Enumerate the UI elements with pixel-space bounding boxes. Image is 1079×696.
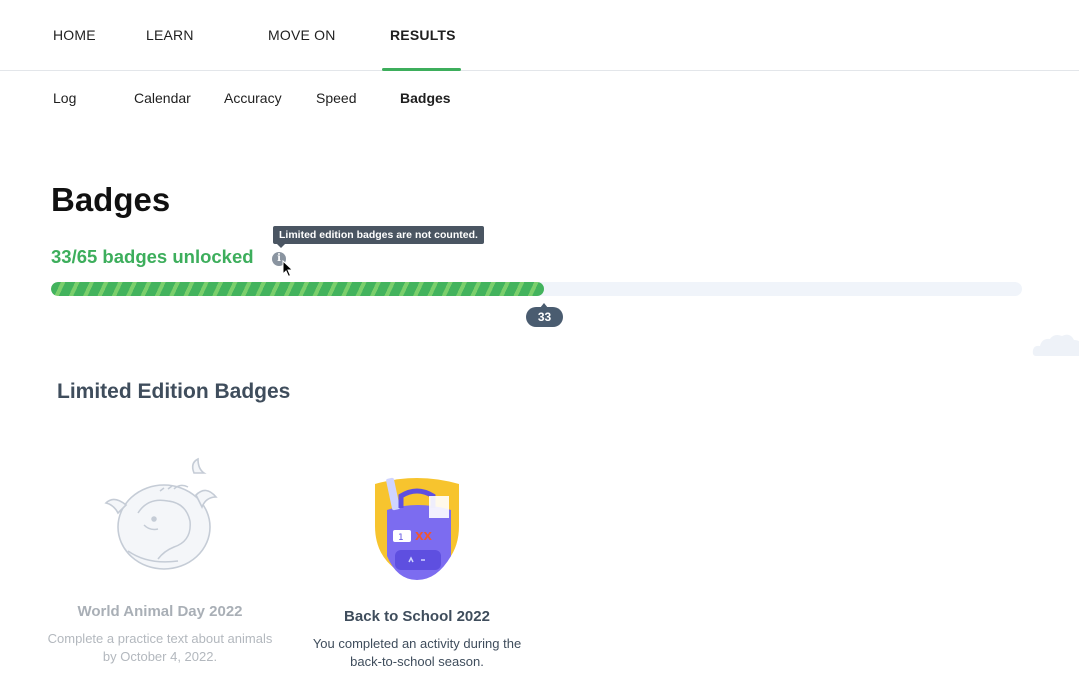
top-nav: HOME LEARN MOVE ON RESULTS bbox=[0, 0, 1079, 71]
badge-card-back-to-school[interactable]: 1 XX Back to School 2022 You completed a… bbox=[302, 470, 532, 671]
tab-accuracy[interactable]: Accuracy bbox=[224, 90, 282, 106]
badge-description: You completed an activity during the bac… bbox=[312, 636, 522, 669]
nav-active-indicator bbox=[382, 68, 461, 71]
nav-results[interactable]: RESULTS bbox=[390, 27, 456, 43]
tab-calendar[interactable]: Calendar bbox=[134, 90, 191, 106]
nav-learn[interactable]: LEARN bbox=[146, 27, 194, 43]
nav-move-on[interactable]: MOVE ON bbox=[268, 27, 336, 43]
svg-text:XX: XX bbox=[415, 530, 432, 543]
progress-fill bbox=[51, 282, 544, 296]
svg-text:1: 1 bbox=[398, 533, 404, 543]
cloud-decoration-icon bbox=[1032, 334, 1079, 356]
badge-name: World Animal Day 2022 bbox=[77, 603, 243, 620]
tab-log[interactable]: Log bbox=[53, 90, 76, 106]
limited-edition-title: Limited Edition Badges bbox=[57, 380, 291, 403]
badges-progress-bar bbox=[51, 282, 1022, 296]
mouse-cursor-icon bbox=[282, 260, 294, 278]
badges-unlocked-count: 33/65 badges unlocked bbox=[51, 246, 254, 267]
page-title: Badges bbox=[51, 181, 171, 218]
badge-card-world-animal-day[interactable]: World Animal Day 2022 Complete a practic… bbox=[45, 455, 275, 666]
tab-badges[interactable]: Badges bbox=[400, 90, 451, 106]
badge-name: Back to School 2022 bbox=[344, 608, 490, 625]
nav-home[interactable]: HOME bbox=[53, 27, 96, 43]
info-tooltip: Limited edition badges are not counted. bbox=[273, 226, 484, 248]
badge-description: Complete a practice text about animals b… bbox=[47, 631, 273, 664]
progress-value-badge: 33 bbox=[526, 303, 563, 327]
backpack-badge-icon: 1 XX bbox=[375, 477, 459, 580]
tab-speed[interactable]: Speed bbox=[316, 90, 356, 106]
whale-elephant-badge-icon bbox=[104, 457, 218, 570]
